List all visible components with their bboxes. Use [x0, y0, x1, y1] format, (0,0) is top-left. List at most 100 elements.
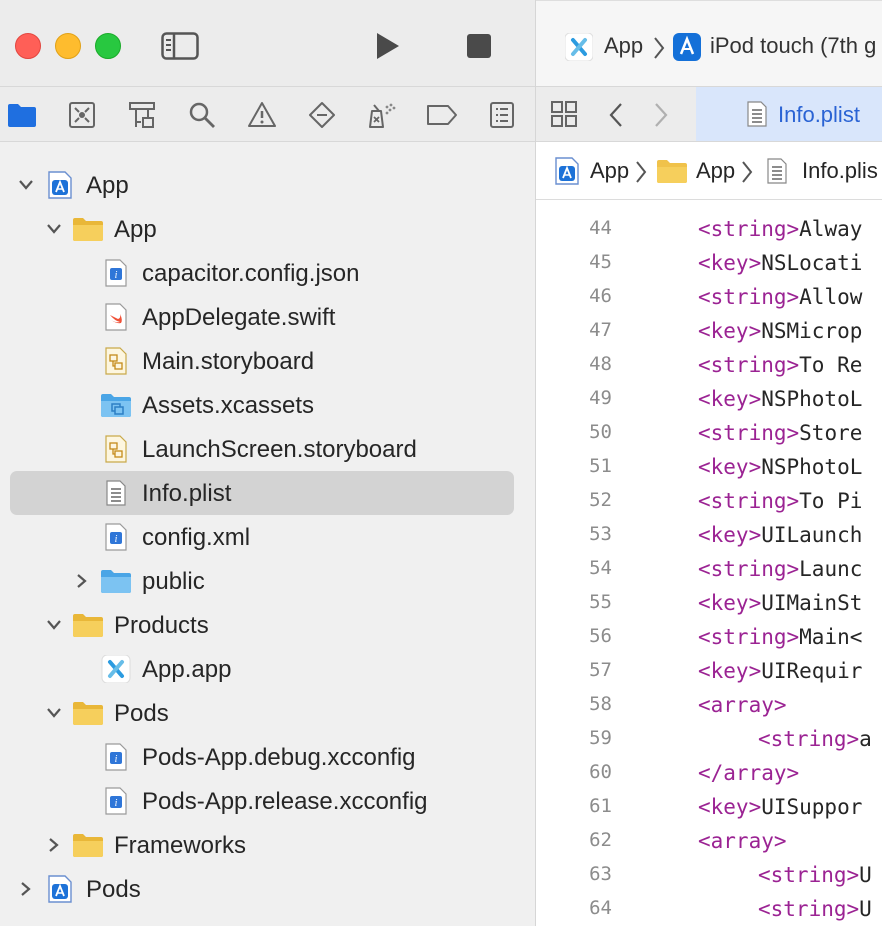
jump-bar-group[interactable]: App	[696, 158, 735, 184]
app-product-icon	[100, 655, 132, 683]
tree-row-folder[interactable]: Frameworks	[10, 823, 514, 867]
code-line: 52 <string>To Pi	[536, 483, 882, 517]
code-line: 64 <string>U	[536, 891, 882, 925]
line-number: 60	[589, 761, 612, 783]
xml-tag: <string>	[698, 285, 800, 309]
xml-value: UILaunch	[761, 523, 863, 547]
xml-value: Main<	[799, 625, 863, 649]
forward-chevron-icon[interactable]	[651, 101, 671, 129]
tree-row-app-product[interactable]: App.app	[10, 647, 514, 691]
tree-row-label: Assets.xcassets	[142, 392, 315, 419]
xml-tag: </array>	[698, 761, 800, 785]
jump-bar-file[interactable]: Info.plis	[802, 158, 878, 184]
tree-row-label: Main.storyboard	[142, 348, 315, 375]
xml-tag: <key>	[698, 523, 762, 547]
json-file-icon: i	[100, 259, 132, 287]
code-text: <string>a	[758, 727, 872, 751]
tree-row-swift-file[interactable]: AppDelegate.swift	[10, 295, 514, 339]
minimize-window-button[interactable]	[55, 33, 81, 59]
debug-navigator-icon[interactable]	[364, 97, 400, 133]
disclosure-closed-icon[interactable]	[73, 572, 91, 590]
test-navigator-icon[interactable]	[304, 97, 340, 133]
tree-row-project[interactable]: Pods	[10, 867, 514, 911]
related-items-icon[interactable]	[550, 100, 578, 128]
xml-tag: <key>	[698, 455, 762, 479]
code-text: <key>UIRequir	[698, 659, 862, 683]
report-navigator-icon[interactable]	[484, 97, 520, 133]
source-control-navigator-icon[interactable]	[64, 97, 100, 133]
tree-row-folder[interactable]: Products	[10, 603, 514, 647]
tree-row-xml-file[interactable]: i config.xml	[10, 515, 514, 559]
xml-value: U	[859, 863, 872, 887]
tree-row-json-file[interactable]: i capacitor.config.json	[10, 251, 514, 295]
line-number: 54	[589, 557, 612, 579]
project-navigator-icon[interactable]	[4, 97, 40, 133]
close-window-button[interactable]	[15, 33, 41, 59]
sidebar-toggle-icon[interactable]	[160, 30, 200, 62]
tree-row-label: LaunchScreen.storyboard	[142, 436, 417, 463]
tree-row-xcconfig-file[interactable]: i Pods-App.release.xcconfig	[10, 779, 514, 823]
tree-row-folder[interactable]: Pods	[10, 691, 514, 735]
plist-file-icon	[100, 479, 132, 507]
disclosure-open-icon[interactable]	[45, 704, 63, 722]
tree-row-project[interactable]: App	[10, 163, 514, 207]
xcconfig-file-icon: i	[100, 787, 132, 815]
editor-pane: App iPod touch (7th g Info.plist App App…	[536, 0, 882, 926]
issue-navigator-icon[interactable]	[244, 97, 280, 133]
line-number: 46	[589, 285, 612, 307]
xml-file-icon: i	[100, 523, 132, 551]
xcconfig-file-icon: i	[100, 743, 132, 771]
jump-bar-project[interactable]: App	[590, 158, 629, 184]
scheme-name[interactable]: App	[604, 33, 643, 59]
tree-row-plist-file[interactable]: Info.plist	[10, 471, 514, 515]
disclosure-open-icon[interactable]	[17, 176, 35, 194]
code-line: 61 <key>UISuppor	[536, 789, 882, 823]
line-number: 47	[589, 319, 612, 341]
code-line: 60 </array>	[536, 755, 882, 789]
code-text: <array>	[698, 693, 787, 717]
code-line: 62 <array>	[536, 823, 882, 857]
xml-value: Allow	[799, 285, 863, 309]
folder-icon	[72, 699, 104, 727]
code-text: <string>Alway	[698, 217, 862, 241]
code-text: <key>NSMicrop	[698, 319, 862, 343]
run-destination[interactable]: iPod touch (7th g	[710, 33, 876, 59]
tab-info-plist[interactable]: Info.plist	[696, 87, 882, 141]
tree-row-label: Products	[114, 612, 209, 639]
line-number: 52	[589, 489, 612, 511]
disclosure-open-icon[interactable]	[45, 616, 63, 634]
xml-value: UISuppor	[761, 795, 863, 819]
xml-tag: <key>	[698, 659, 762, 683]
xml-value: Alway	[799, 217, 863, 241]
tree-row-storyboard-file[interactable]: LaunchScreen.storyboard	[10, 427, 514, 471]
xml-tag: <string>	[758, 727, 860, 751]
xml-value: NSLocati	[761, 251, 863, 275]
disclosure-open-icon[interactable]	[45, 220, 63, 238]
symbol-navigator-icon[interactable]	[124, 97, 160, 133]
source-editor[interactable]: 44 <string>Alway 45 <key>NSLocati 46 <string>…	[536, 200, 882, 926]
code-line: 46 <string>Allow	[536, 279, 882, 313]
disclosure-closed-icon[interactable]	[45, 836, 63, 854]
svg-text:i: i	[115, 534, 118, 545]
stop-icon[interactable]	[465, 32, 493, 60]
tree-row-xcconfig-file[interactable]: i Pods-App.debug.xcconfig	[10, 735, 514, 779]
tree-row-storyboard-file[interactable]: Main.storyboard	[10, 339, 514, 383]
tab-label: Info.plist	[778, 102, 860, 127]
tree-row-assets-folder[interactable]: Assets.xcassets	[10, 383, 514, 427]
find-navigator-icon[interactable]	[184, 97, 220, 133]
run-icon[interactable]	[370, 29, 404, 63]
xml-tag: <string>	[698, 421, 800, 445]
breakpoint-navigator-icon[interactable]	[424, 97, 460, 133]
navigator-selector-bar	[0, 86, 535, 142]
code-line: 50 <string>Store	[536, 415, 882, 449]
chevron-right-icon	[634, 159, 648, 185]
tree-row-folder[interactable]: App	[10, 207, 514, 251]
code-line: 45 <key>NSLocati	[536, 245, 882, 279]
back-chevron-icon[interactable]	[606, 101, 626, 129]
folder-icon	[656, 157, 688, 185]
tree-row-blue-folder[interactable]: public	[10, 559, 514, 603]
code-text: <key>NSPhotoL	[698, 455, 862, 479]
disclosure-closed-icon[interactable]	[17, 880, 35, 898]
zoom-window-button[interactable]	[95, 33, 121, 59]
storyboard-file-icon	[100, 435, 132, 463]
